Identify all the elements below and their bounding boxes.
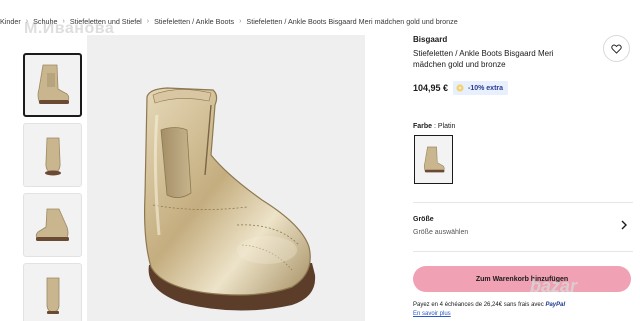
learn-more-link[interactable]: En savoir plus [413,311,451,317]
installment-text: Payez en 4 échéances de 26,24€ sans frai… [413,302,544,308]
breadcrumb-separator-icon: › [239,17,242,25]
divider [413,251,633,252]
color-label: Farbe : Platin [413,123,456,130]
boot-main-image [144,87,316,311]
thumbnail-front-view[interactable] [23,123,82,187]
boot-thumbnail-image [44,137,61,176]
product-price: 104,95 € [413,83,449,93]
boot-thumbnail-image [35,208,69,241]
boot-swatch-image [423,146,445,172]
discount-badge: -10% extra [453,81,509,95]
color-label-title: Farbe [413,123,433,130]
size-selector[interactable]: Größe auswählen [413,229,468,236]
color-value: Platin [437,123,456,130]
tag-icon [456,84,464,92]
paypal-logo: PayPal [545,302,566,308]
main-product-image[interactable] [87,35,365,321]
boot-thumbnail-image [37,64,69,104]
breadcrumb-current: Stiefeletten / Ankle Boots Bisgaard Meri… [246,16,458,26]
thumbnail-side-view[interactable] [23,53,82,117]
color-swatch-platin[interactable] [414,135,453,184]
thumbnail-back-view[interactable] [23,263,82,321]
divider [413,202,633,203]
product-title: Stiefeletten / Ankle Boots Bisgaard Meri… [413,49,554,69]
bazar-watermark: bazar [530,276,578,296]
thumbnail-other-side-view[interactable] [23,193,82,257]
thumbnail-list [23,53,83,321]
add-to-cart-button[interactable]: Zum Warenkorb hinzufügen [413,266,631,292]
heart-icon [611,44,622,54]
product-brand[interactable]: Bisgaard [413,35,447,44]
breadcrumb-separator-icon: › [146,17,150,25]
boot-thumbnail-image [46,277,59,314]
discount-badge-text: -10% extra [468,84,504,92]
wishlist-button[interactable] [603,35,630,62]
breadcrumb-item[interactable]: Kinder [0,17,21,26]
installment-info: Payez en 4 échéances de 26,24€ sans frai… [413,302,565,308]
size-title: Größe [413,216,434,223]
breadcrumb-item[interactable]: Stiefeletten / Ankle Boots [154,17,234,26]
chevron-right-icon[interactable] [620,220,628,230]
